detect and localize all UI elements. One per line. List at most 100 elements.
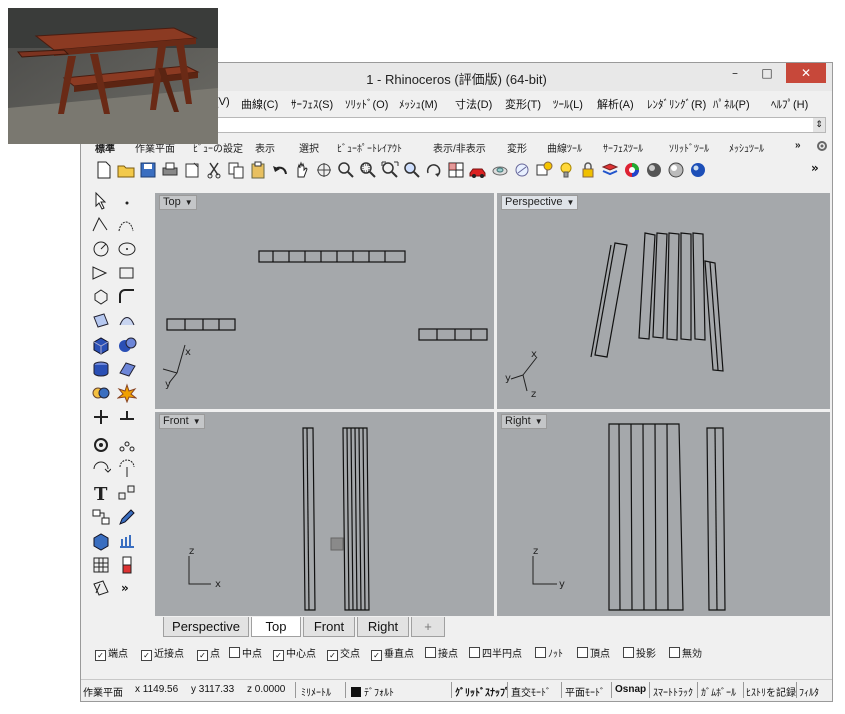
osnap-project-checkbox[interactable] (623, 647, 634, 658)
zoom-window-icon[interactable] (359, 161, 377, 179)
viewport-top[interactable]: Top ▼ x y (155, 193, 494, 409)
viewport-front[interactable]: Front ▼ z x (155, 412, 494, 616)
tab-viewport-layout[interactable]: ﾋﾞｭｰﾎﾟｰﾄﾚｲｱｳﾄ (337, 140, 402, 155)
print-icon[interactable] (161, 161, 179, 179)
osnap-point[interactable]: ✓ 点 (197, 645, 220, 661)
surface-from-points-icon[interactable] (91, 311, 111, 331)
osnap-quadrant-checkbox[interactable] (469, 647, 480, 658)
car-render-icon[interactable] (469, 161, 487, 179)
osnap-near-checkbox[interactable]: ✓ (141, 650, 152, 661)
status-grid-snap[interactable]: ｸﾞﾘｯﾄﾞｽﾅｯﾌﾟ (455, 684, 510, 699)
rotate-camera-icon[interactable] (425, 161, 443, 179)
trim-icon[interactable] (91, 407, 111, 427)
close-button[interactable]: ✕ (786, 63, 826, 83)
status-smarttrack[interactable]: ｽﾏｰﾄﾄﾗｯｸ (653, 684, 693, 699)
status-ortho[interactable]: 直交ﾓｰﾄﾞ (511, 684, 551, 699)
light-bulb-icon[interactable] (557, 161, 575, 179)
osnap-vertex[interactable]: 頂点 (577, 645, 610, 660)
status-gumball[interactable]: ｶﾞﾑﾎﾞｰﾙ (701, 684, 736, 699)
status-filter[interactable]: ﾌｨﾙﾀ (799, 684, 819, 699)
grid-array-icon[interactable] (91, 555, 111, 575)
osnap-intersection-checkbox[interactable]: ✓ (327, 650, 338, 661)
tab-select[interactable]: 選択 (299, 140, 319, 155)
paste-icon[interactable] (249, 161, 267, 179)
osnap-tangent[interactable]: 接点 (425, 645, 458, 660)
osnap-center-checkbox[interactable]: ✓ (273, 650, 284, 661)
save-icon[interactable] (139, 161, 157, 179)
named-views-icon[interactable] (535, 161, 553, 179)
zoom-selected-icon[interactable] (403, 161, 421, 179)
osnap-point-checkbox[interactable]: ✓ (197, 650, 208, 661)
menu-render[interactable]: ﾚﾝﾀﾞﾘﾝｸﾞ(R) (647, 96, 706, 112)
sphere-solid-icon[interactable] (117, 335, 137, 355)
four-viewports-icon[interactable] (447, 161, 465, 179)
rendered-sphere-icon[interactable] (667, 161, 685, 179)
viewport-tab-perspective[interactable]: Perspective (163, 617, 249, 637)
zoom-icon[interactable] (337, 161, 355, 179)
status-layer[interactable]: ﾃﾞﾌｫﾙﾄ (351, 684, 394, 699)
open-folder-icon[interactable] (117, 161, 135, 179)
osnap-end-checkbox[interactable]: ✓ (95, 650, 106, 661)
status-record-history[interactable]: ﾋｽﾄﾘを記録 (746, 684, 796, 699)
osnap-intersection[interactable]: ✓ 交点 (327, 645, 360, 661)
status-planar[interactable]: 平面ﾓｰﾄﾞ (565, 684, 605, 699)
osnap-disable-checkbox[interactable] (669, 647, 680, 658)
viewport-tab-right[interactable]: Right (357, 617, 409, 637)
status-osnap[interactable]: Osnap (615, 684, 646, 695)
menu-surface[interactable]: ｻｰﾌｪｽ(S) (291, 96, 333, 112)
osnap-near[interactable]: ✓ 近接点 (141, 645, 184, 661)
gear-icon[interactable] (815, 139, 829, 153)
arc-icon[interactable] (91, 263, 111, 283)
viewport-right[interactable]: Right ▼ z y (497, 412, 830, 616)
viewport-tab-add[interactable]: + (411, 617, 445, 637)
template-icon[interactable] (183, 161, 201, 179)
text-icon[interactable]: T (91, 483, 111, 503)
osnap-vertex-checkbox[interactable] (577, 647, 588, 658)
osnap-quadrant[interactable]: 四半円点 (469, 645, 522, 660)
hatch-icon[interactable] (117, 531, 137, 551)
menu-solid[interactable]: ｿﾘｯﾄﾞ(O) (345, 96, 388, 112)
osnap-mid-checkbox[interactable] (229, 647, 240, 658)
osnap-knot-checkbox[interactable] (535, 647, 546, 658)
menu-tools[interactable]: ﾂｰﾙ(L) (553, 96, 583, 112)
viewport-tab-front[interactable]: Front (303, 617, 355, 637)
maximize-button[interactable]: □ (752, 63, 782, 83)
viewport-tab-top[interactable]: Top (251, 617, 301, 637)
cut-icon[interactable] (205, 161, 223, 179)
rotate-icon[interactable] (91, 459, 111, 479)
shaded-sphere-icon[interactable] (645, 161, 663, 179)
sidebar-overflow-button[interactable]: » (121, 581, 141, 601)
tab-surface-tools[interactable]: ｻｰﾌｪｽﾂｰﾙ (603, 140, 643, 155)
osnap-end[interactable]: ✓ 端点 (95, 645, 128, 661)
box-solid-icon[interactable] (91, 335, 111, 355)
boolean-union-icon[interactable] (91, 383, 111, 403)
menu-panels[interactable]: ﾊﾟﾈﾙ(P) (713, 96, 750, 112)
dimension-icon[interactable] (117, 483, 137, 503)
tab-overflow[interactable]: » (795, 140, 801, 151)
ghosted-display-icon[interactable] (513, 161, 531, 179)
fillet-curve-icon[interactable] (117, 287, 137, 307)
layers-icon[interactable] (601, 161, 619, 179)
menu-mesh[interactable]: ﾒｯｼｭ(M) (399, 96, 438, 112)
viewport-perspective[interactable]: Perspective ▼ x y z (497, 193, 830, 409)
command-line[interactable]: ⇕ (191, 117, 826, 133)
osnap-center[interactable]: ✓ 中心点 (273, 645, 316, 661)
undo-icon[interactable] (271, 161, 289, 179)
menu-dimension[interactable]: 寸法(D) (455, 96, 492, 112)
pan-hand-icon[interactable] (293, 161, 311, 179)
osnap-knot[interactable]: ﾉｯﾄ (535, 645, 563, 660)
material-sphere-icon[interactable] (689, 161, 707, 179)
toolbar-overflow-button[interactable]: » (811, 161, 829, 179)
properties-icon[interactable] (117, 555, 137, 575)
menu-transform[interactable]: 変形(T) (505, 96, 541, 112)
osnap-project[interactable]: 投影 (623, 645, 656, 660)
osnap-perpendicular[interactable]: ✓ 垂直点 (371, 645, 414, 661)
mesh-icon[interactable] (117, 359, 137, 379)
select-arrow-icon[interactable] (91, 191, 111, 211)
edit-icon[interactable] (117, 507, 137, 527)
lock-icon[interactable] (579, 161, 597, 179)
split-icon[interactable] (117, 407, 137, 427)
point-icon[interactable] (117, 191, 137, 211)
tab-display[interactable]: 表示 (255, 140, 275, 155)
cplane-icon[interactable] (91, 579, 111, 599)
